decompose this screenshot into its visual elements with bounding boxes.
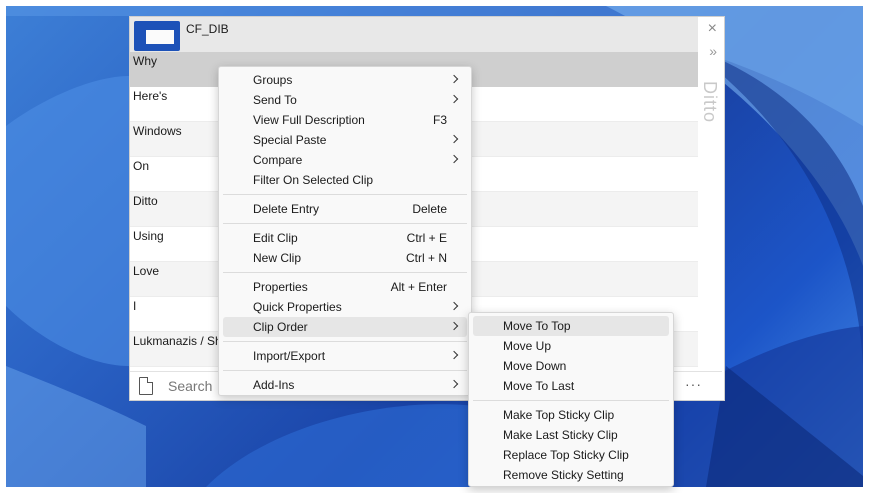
clip-context-menu: Groups Send To View Full Description F3 … — [218, 66, 472, 396]
submenu-item-remove-sticky-setting[interactable]: Remove Sticky Setting — [473, 465, 669, 485]
menu-separator — [223, 370, 467, 371]
submenu-item-move-to-last[interactable]: Move To Last — [473, 376, 669, 396]
menu-item-label: Send To — [253, 93, 297, 107]
clip-preview-bar[interactable]: CF_DIB — [130, 17, 698, 52]
menu-item-view-full-description[interactable]: View Full Description F3 — [223, 110, 467, 130]
menu-separator — [223, 341, 467, 342]
menu-item-label: Delete Entry — [253, 202, 320, 216]
menu-item-delete-entry[interactable]: Delete Entry Delete — [223, 199, 467, 219]
menu-item-compare[interactable]: Compare — [223, 150, 467, 170]
menu-item-label: Special Paste — [253, 133, 327, 147]
submenu-item-label: Move To Top — [503, 319, 571, 333]
menu-item-shortcut: Ctrl + E — [406, 231, 447, 245]
menu-item-label: Add-Ins — [253, 378, 295, 392]
more-options-icon[interactable]: ··· — [685, 376, 702, 392]
chevron-right-icon — [449, 154, 459, 164]
submenu-item-label: Replace Top Sticky Clip — [503, 448, 629, 462]
submenu-item-label: Make Top Sticky Clip — [503, 408, 615, 422]
submenu-item-move-to-top[interactable]: Move To Top — [473, 316, 669, 336]
submenu-item-make-last-sticky-clip[interactable]: Make Last Sticky Clip — [473, 425, 669, 445]
chevron-right-icon — [449, 350, 459, 360]
menu-item-shortcut: Alt + Enter — [390, 280, 447, 294]
menu-separator — [473, 400, 669, 401]
chevron-right-icon — [449, 301, 459, 311]
desktop: CF_DIB × » Ditto Why Here's Windows On D… — [0, 0, 869, 493]
menu-item-shortcut: Ctrl + N — [405, 251, 447, 265]
menu-item-label: Properties — [253, 280, 308, 294]
menu-item-label: New Clip — [253, 251, 302, 265]
menu-item-clip-order[interactable]: Clip Order — [223, 317, 467, 337]
menu-item-label: Quick Properties — [253, 300, 342, 314]
submenu-item-label: Move To Last — [503, 379, 575, 393]
submenu-item-move-up[interactable]: Move Up — [473, 336, 669, 356]
menu-item-label: Clip Order — [253, 320, 308, 334]
menu-item-label: Filter On Selected Clip — [253, 173, 374, 187]
clip-format-label: CF_DIB — [186, 22, 229, 36]
chevron-right-icon — [449, 379, 459, 389]
search-input[interactable]: Search — [168, 378, 212, 394]
submenu-item-label: Make Last Sticky Clip — [503, 428, 618, 442]
menu-item-quick-properties[interactable]: Quick Properties — [223, 297, 467, 317]
submenu-item-label: Remove Sticky Setting — [503, 468, 624, 482]
menu-item-import-export[interactable]: Import/Export — [223, 346, 467, 366]
submenu-item-move-down[interactable]: Move Down — [473, 356, 669, 376]
submenu-item-make-top-sticky-clip[interactable]: Make Top Sticky Clip — [473, 405, 669, 425]
chevron-right-icon — [449, 74, 459, 84]
menu-item-shortcut: F3 — [432, 113, 447, 127]
chevron-right-icon — [449, 321, 459, 331]
menu-item-label: Groups — [253, 73, 293, 87]
menu-item-special-paste[interactable]: Special Paste — [223, 130, 467, 150]
menu-separator — [223, 223, 467, 224]
menu-item-edit-clip[interactable]: Edit Clip Ctrl + E — [223, 228, 467, 248]
menu-item-label: Compare — [253, 153, 303, 167]
close-icon[interactable]: × — [708, 21, 717, 37]
menu-item-new-clip[interactable]: New Clip Ctrl + N — [223, 248, 467, 268]
clip-order-submenu: Move To Top Move Up Move Down Move To La… — [468, 312, 674, 487]
submenu-item-label: Move Up — [503, 339, 552, 353]
ditto-brand-label: Ditto — [700, 81, 720, 124]
menu-item-add-ins[interactable]: Add-Ins — [223, 375, 467, 395]
expand-icon[interactable]: » — [709, 44, 717, 58]
menu-separator — [223, 272, 467, 273]
menu-item-label: Edit Clip — [253, 231, 298, 245]
menu-item-properties[interactable]: Properties Alt + Enter — [223, 277, 467, 297]
submenu-item-label: Move Down — [503, 359, 567, 373]
note-icon[interactable] — [139, 377, 153, 395]
menu-item-groups[interactable]: Groups — [223, 70, 467, 90]
menu-item-label: Import/Export — [253, 349, 326, 363]
menu-item-send-to[interactable]: Send To — [223, 90, 467, 110]
submenu-item-replace-top-sticky-clip[interactable]: Replace Top Sticky Clip — [473, 445, 669, 465]
menu-separator — [223, 194, 467, 195]
menu-item-label: View Full Description — [253, 113, 365, 127]
chevron-right-icon — [449, 94, 459, 104]
chevron-right-icon — [449, 134, 459, 144]
clip-thumbnail — [134, 21, 180, 51]
menu-item-filter-on-selected-clip[interactable]: Filter On Selected Clip — [223, 170, 467, 190]
menu-item-shortcut: Delete — [412, 202, 447, 216]
thumbnail-image — [146, 30, 174, 44]
